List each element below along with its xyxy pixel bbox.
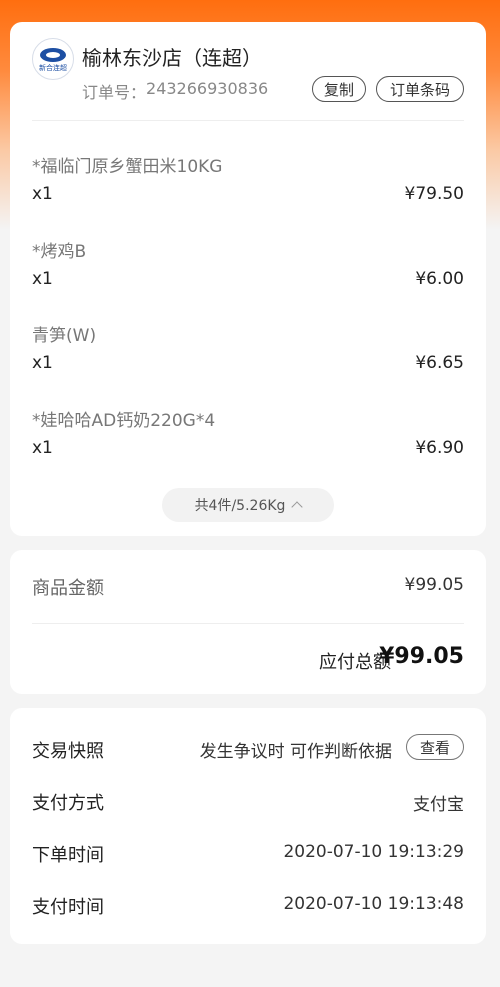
item-name: *烤鸡B — [32, 242, 87, 262]
pay-time-label: 支付时间 — [32, 897, 104, 918]
item-price: ¥6.90 — [415, 438, 464, 458]
store-logo: 新合连超 — [32, 38, 74, 80]
pay-method-label: 支付方式 — [32, 793, 104, 814]
order-number-label: 订单号： — [82, 83, 147, 102]
pay-method-value: 支付宝 — [413, 795, 464, 815]
list-item: *福临门原乡蟹田米10KG x1 ¥79.50 — [32, 152, 464, 222]
store-name: 榆林东沙店（连超） — [82, 46, 262, 70]
amount-divider — [32, 623, 464, 624]
list-item: *娃哈哈AD钙奶220G*4 x1 ¥6.90 — [32, 406, 464, 476]
item-quantity: x1 — [32, 184, 53, 204]
item-quantity: x1 — [32, 438, 53, 458]
item-name: *娃哈哈AD钙奶220G*4 — [32, 411, 216, 431]
list-item: 青笋(W) x1 ¥6.65 — [32, 321, 464, 391]
snapshot-note: 发生争议时 可作判断依据 — [199, 742, 392, 762]
logo-brand-text: 新合连超 — [39, 64, 67, 72]
snapshot-label: 交易快照 — [32, 741, 104, 762]
amount-due-value: ¥99.05 — [379, 644, 464, 669]
pay-time-value: 2020-07-10 19:13:48 — [283, 894, 464, 914]
item-quantity: x1 — [32, 353, 53, 373]
view-snapshot-button[interactable]: 查看 — [406, 734, 464, 760]
item-quantity: x1 — [32, 269, 53, 289]
chevron-up-icon — [291, 501, 304, 513]
items-summary: 共4件/5.26Kg — [194, 498, 286, 514]
order-time-label: 下单时间 — [32, 845, 104, 866]
order-card: 新合连超 榆林东沙店（连超） 订单号： 243266930836 复制 订单条码… — [10, 22, 486, 536]
item-name: 青笋(W) — [32, 326, 97, 346]
order-time-value: 2020-07-10 19:13:29 — [283, 842, 464, 862]
order-number-value: 243266930836 — [146, 79, 269, 98]
item-price: ¥6.00 — [415, 269, 464, 289]
order-number-row: 订单号： 243266930836 — [82, 79, 268, 103]
goods-amount-label: 商品金额 — [32, 578, 104, 599]
goods-amount-value: ¥99.05 — [404, 575, 464, 595]
amount-card: 商品金额 ¥99.05 应付总额 ¥99.05 — [10, 550, 486, 694]
item-name: *福临门原乡蟹田米10KG — [32, 157, 223, 177]
copy-button[interactable]: 复制 — [312, 76, 366, 102]
transaction-info-card: 交易快照 发生争议时 可作判断依据 查看 支付方式 支付宝 下单时间 2020-… — [10, 708, 486, 944]
order-barcode-button[interactable]: 订单条码 — [376, 76, 464, 102]
item-price: ¥6.65 — [415, 353, 464, 373]
list-item: *烤鸡B x1 ¥6.00 — [32, 237, 464, 307]
logo-mark-icon — [40, 48, 66, 62]
collapse-items-button[interactable]: 共4件/5.26Kg — [162, 488, 334, 522]
item-price: ¥79.50 — [404, 184, 464, 204]
header-divider — [32, 120, 464, 121]
